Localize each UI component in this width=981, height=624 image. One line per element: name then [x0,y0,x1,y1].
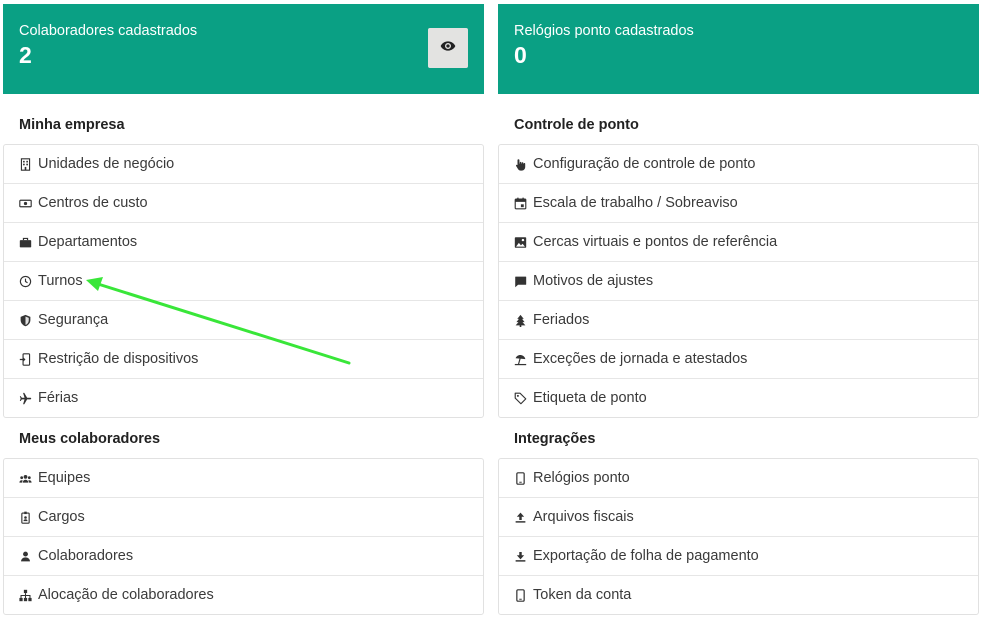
menu-item-payroll-export[interactable]: Exportação de folha de pagamento [499,536,978,575]
menu-item-exceptions[interactable]: Exceções de jornada e atestados [499,339,978,378]
menu-item-label: Férias [38,390,79,406]
menu-item-fiscal-files[interactable]: Arquivos fiscais [499,497,978,536]
menu-item-positions[interactable]: Cargos [4,497,483,536]
mobile-icon [514,471,527,485]
comment-icon [514,275,527,288]
clocks-stat-card: Relógios ponto cadastrados 0 [498,4,979,94]
clock-icon [19,275,32,288]
menu-item-label: Departamentos [38,234,138,250]
menu-item-label: Arquivos fiscais [533,509,634,525]
menu-item-label: Cercas virtuais e pontos de referência [533,234,778,250]
menu-item-account-token[interactable]: Token da conta [499,575,978,614]
menu-item-work-schedule[interactable]: Escala de trabalho / Sobreaviso [499,183,978,222]
menu-item-label: Centros de custo [38,195,148,211]
menu-item-label: Turnos [38,273,83,289]
menu-item-label: Alocação de colaboradores [38,587,214,603]
money-icon [19,197,32,210]
device-lock-icon [19,352,32,366]
menu-item-allocation[interactable]: Alocação de colaboradores [4,575,483,614]
menu-item-security[interactable]: Segurança [4,300,483,339]
menu-item-label: Configuração de controle de ponto [533,156,756,172]
user-icon [19,550,32,563]
menu-item-time-clocks[interactable]: Relógios ponto [499,459,978,497]
right-column: Relógios ponto cadastrados 0 Controle de… [498,4,979,615]
integrations-menu: Relógios ponto Arquivos fiscais Exportaç… [498,458,979,615]
company-section-title: Minha empresa [19,117,125,133]
team-icon [19,472,32,485]
time-control-menu: Configuração de controle de ponto Escala… [498,144,979,418]
menu-item-label: Cargos [38,509,85,525]
pointer-hand-icon [514,158,527,171]
menu-item-label: Feriados [533,312,590,328]
shield-icon [19,314,32,327]
airplane-icon [19,392,32,405]
menu-item-time-config[interactable]: Configuração de controle de ponto [499,145,978,183]
time-control-section-title: Controle de ponto [514,117,639,133]
collaborators-section-title: Meus colaboradores [19,431,161,447]
map-image-icon [514,236,527,249]
menu-item-device-restriction[interactable]: Restrição de dispositivos [4,339,483,378]
menu-item-label: Restrição de dispositivos [38,351,199,367]
left-column: Colaboradores cadastrados 2 Minha empres… [3,4,484,615]
hierarchy-icon [19,589,32,602]
collaborators-stat-card: Colaboradores cadastrados 2 [3,4,484,94]
badge-icon [19,511,32,524]
building-icon [19,157,32,171]
menu-item-label: Equipes [38,470,91,486]
menu-item-teams[interactable]: Equipes [4,459,483,497]
view-collaborators-button[interactable] [428,28,468,68]
menu-item-label: Etiqueta de ponto [533,390,647,406]
clocks-stat-value: 0 [514,42,527,68]
company-menu: Unidades de negócio Centros de custo Dep… [3,144,484,418]
upload-icon [514,511,527,524]
collaborators-menu: Equipes Cargos Colaboradores Alocação de… [3,458,484,615]
tag-icon [514,392,527,405]
menu-item-holidays[interactable]: Feriados [499,300,978,339]
briefcase-icon [19,236,32,249]
menu-item-geofences[interactable]: Cercas virtuais e pontos de referência [499,222,978,261]
menu-item-label: Motivos de ajustes [533,273,654,289]
umbrella-beach-icon [514,353,527,366]
menu-item-vacations[interactable]: Férias [4,378,483,417]
menu-item-label: Unidades de negócio [38,156,175,172]
tree-icon [514,314,527,327]
calendar-icon [514,197,527,210]
menu-item-cost-centers[interactable]: Centros de custo [4,183,483,222]
mobile-icon [514,588,527,602]
integrations-section-title: Integrações [514,431,596,447]
eye-icon [440,38,456,59]
menu-item-label: Segurança [38,312,109,328]
collaborators-stat-value: 2 [19,42,32,68]
menu-item-label: Escala de trabalho / Sobreaviso [533,195,738,211]
menu-item-shifts[interactable]: Turnos [4,261,483,300]
menu-item-label: Relógios ponto [533,470,630,486]
menu-item-label: Exportação de folha de pagamento [533,548,759,564]
menu-item-label: Colaboradores [38,548,134,564]
menu-item-label: Exceções de jornada e atestados [533,351,748,367]
menu-item-label: Token da conta [533,587,632,603]
menu-item-business-units[interactable]: Unidades de negócio [4,145,483,183]
collaborators-stat-label: Colaboradores cadastrados [19,23,198,39]
menu-item-adjust-reasons[interactable]: Motivos de ajustes [499,261,978,300]
clocks-stat-label: Relógios ponto cadastrados [514,23,694,39]
download-icon [514,550,527,563]
menu-item-time-tag[interactable]: Etiqueta de ponto [499,378,978,417]
menu-item-collaborators[interactable]: Colaboradores [4,536,483,575]
menu-item-departments[interactable]: Departamentos [4,222,483,261]
